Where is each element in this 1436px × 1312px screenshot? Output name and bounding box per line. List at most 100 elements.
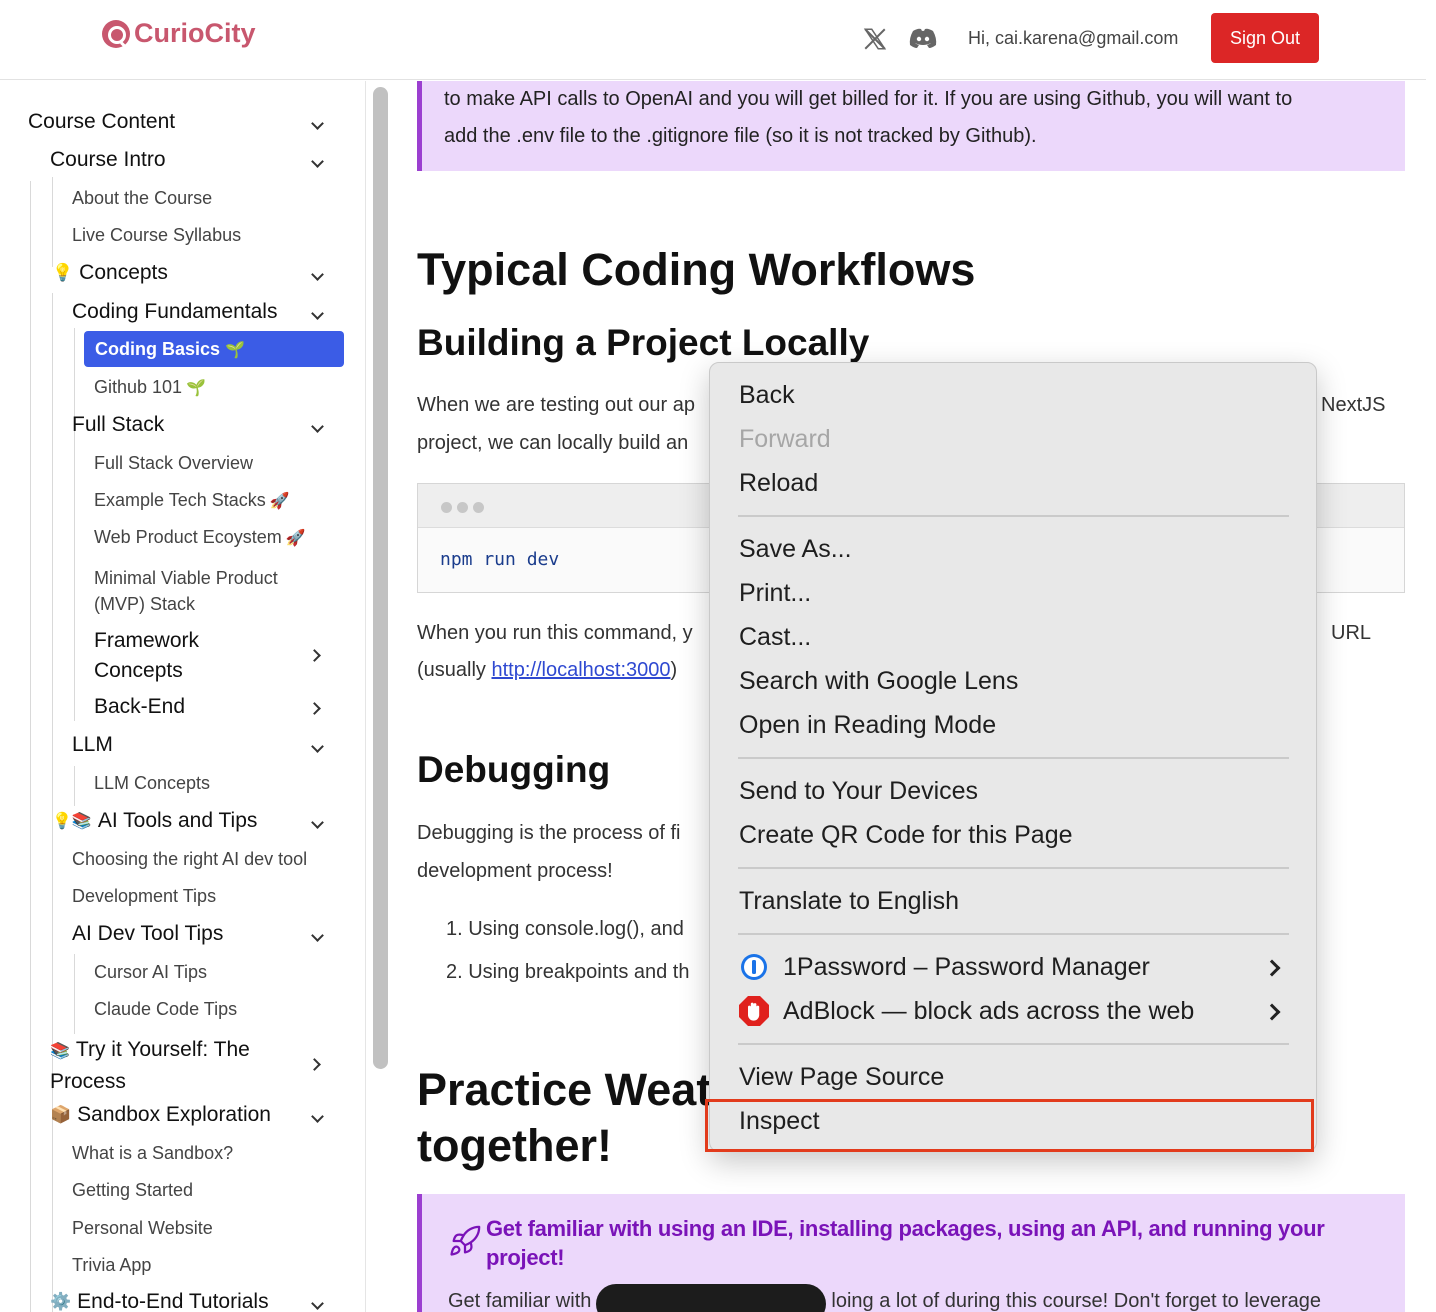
sidebar-section-sandbox-exploration[interactable]: 📦 Sandbox Exploration xyxy=(50,1103,271,1127)
callout-title: Get familiar with using an IDE, installi… xyxy=(486,1216,1325,1270)
menu-separator xyxy=(738,1043,1289,1045)
menu-item-view-page-source[interactable]: View Page Source xyxy=(739,1063,944,1092)
chevron-down-icon[interactable] xyxy=(311,153,329,169)
chevron-down-icon[interactable] xyxy=(311,305,329,321)
menu-item-forward: Forward xyxy=(739,425,831,453)
heading-debugging: Debugging xyxy=(417,749,611,790)
sidebar-item-claude-code-tips[interactable]: Claude Code Tips xyxy=(94,999,237,1020)
menu-item-send-to-devices[interactable]: Send to Your Devices xyxy=(739,777,978,806)
rocket-icon: 🚀 xyxy=(285,529,306,547)
logo-text: CurioCity xyxy=(134,18,256,48)
sidebar-item-coding-basics-active[interactable]: Coding Basics 🌱 xyxy=(84,331,344,367)
lightbulb-icon: 💡 xyxy=(52,263,74,282)
tree-guide-line xyxy=(52,1136,53,1286)
callout-practice: Get familiar with using an IDE, installi… xyxy=(417,1194,1405,1312)
sidebar-item-getting-started[interactable]: Getting Started xyxy=(72,1180,193,1201)
menu-separator xyxy=(738,515,1289,517)
sidebar-section-back-end[interactable]: Back-End xyxy=(94,695,185,719)
rocket-outline-icon xyxy=(450,1225,481,1256)
menu-item-search-google-lens[interactable]: Search with Google Lens xyxy=(739,667,1018,696)
sidebar-section-course-intro[interactable]: Course Intro xyxy=(50,148,166,172)
menu-separator xyxy=(738,933,1289,935)
inspect-highlight-box xyxy=(705,1099,1314,1152)
sidebar-item-personal-website[interactable]: Personal Website xyxy=(72,1218,213,1239)
rocket-icon: 🚀 xyxy=(269,492,290,510)
window-dot-icon xyxy=(457,502,468,513)
discord-icon[interactable] xyxy=(909,28,937,48)
sidebar-section-coding-fundamentals[interactable]: Coding Fundamentals xyxy=(72,300,277,324)
sidebar-item-github-101[interactable]: Github 101 🌱 xyxy=(94,377,206,398)
menu-item-adblock[interactable]: AdBlock — block ads across the web xyxy=(783,997,1194,1026)
logo[interactable]: CurioCity xyxy=(102,18,256,49)
sidebar-section-full-stack[interactable]: Full Stack xyxy=(72,413,164,437)
sidebar-section-ai-tools-tips[interactable]: 💡 📚 AI Tools and Tips xyxy=(52,809,257,833)
chevron-down-icon[interactable] xyxy=(311,927,329,943)
callout-text: to make API calls to OpenAI and you will… xyxy=(444,88,1293,110)
sign-out-button[interactable]: Sign Out xyxy=(1211,13,1319,63)
chevron-right-icon[interactable] xyxy=(308,1056,326,1072)
chevron-down-icon[interactable] xyxy=(311,738,329,754)
menu-item-cast[interactable]: Cast... xyxy=(739,623,811,652)
callout-body: Get familiar with loing a lot of during t… xyxy=(448,1290,1322,1312)
window-dot-icon xyxy=(441,502,452,513)
menu-item-translate[interactable]: Translate to English xyxy=(739,887,959,916)
chevron-down-icon[interactable] xyxy=(311,418,329,434)
sidebar-item-cursor-ai-tips[interactable]: Cursor AI Tips xyxy=(94,962,207,983)
paragraph-text: project, we can locally build an xyxy=(417,432,689,454)
localhost-link[interactable]: http://localhost:3000 xyxy=(491,659,670,681)
sidebar-section-course-content[interactable]: Course Content xyxy=(28,110,175,134)
package-icon: 📦 xyxy=(50,1105,72,1124)
sidebar-item-example-tech-stacks[interactable]: Example Tech Stacks 🚀 xyxy=(94,490,290,511)
paragraph-text: When we are testing out our ap xyxy=(417,394,695,416)
heading-typical-coding-workflows: Typical Coding Workflows xyxy=(417,244,976,295)
sidebar-section-try-it-yourself[interactable]: 📚 Try it Yourself: The Process xyxy=(50,1035,250,1097)
chevron-right-icon[interactable] xyxy=(308,647,326,663)
submenu-arrow-icon xyxy=(1263,1003,1281,1021)
sidebar-item-trivia-app[interactable]: Trivia App xyxy=(72,1255,151,1276)
menu-item-create-qr-code[interactable]: Create QR Code for this Page xyxy=(739,821,1073,850)
paragraph-text: NextJS xyxy=(1321,394,1386,416)
x-twitter-icon[interactable] xyxy=(862,26,888,52)
sidebar-item-live-syllabus[interactable]: Live Course Syllabus xyxy=(72,225,241,246)
sidebar-section-end-to-end-tutorials[interactable]: ⚙️ End-to-End Tutorials xyxy=(50,1290,269,1312)
sidebar-item-development-tips[interactable]: Development Tips xyxy=(72,886,216,907)
lightbulb-icon: 💡 xyxy=(52,813,72,830)
seedling-icon: 🌱 xyxy=(186,379,206,397)
sidebar-item-choosing-ai-tool[interactable]: Choosing the right AI dev tool xyxy=(72,849,307,870)
sidebar-item-llm-concepts[interactable]: LLM Concepts xyxy=(94,773,210,794)
sidebar-section-ai-dev-tool-tips[interactable]: AI Dev Tool Tips xyxy=(72,922,223,946)
menu-item-1password[interactable]: 1Password – Password Manager xyxy=(783,953,1150,982)
menu-item-save-as[interactable]: Save As... xyxy=(739,535,852,564)
sidebar-scrollbar[interactable] xyxy=(373,87,388,1069)
sidebar-item-web-product-ecosystem[interactable]: Web Product Ecoystem 🚀 xyxy=(94,527,306,548)
chevron-down-icon[interactable] xyxy=(311,1295,329,1311)
menu-item-reload[interactable]: Reload xyxy=(739,469,818,498)
callout-text: add the .env file to the .gitignore file… xyxy=(444,125,1037,147)
heading-practice-line2: together! xyxy=(417,1120,612,1171)
adblock-icon xyxy=(739,996,769,1026)
sidebar-section-llm[interactable]: LLM xyxy=(72,733,113,757)
chevron-down-icon[interactable] xyxy=(311,814,329,830)
user-greeting: Hi, cai.karena@gmail.com xyxy=(968,28,1179,48)
books-icon: 📚 xyxy=(50,1043,70,1060)
sidebar-item-what-is-sandbox[interactable]: What is a Sandbox? xyxy=(72,1143,233,1164)
paragraph-text: URL xyxy=(1331,622,1372,644)
tree-guide-line xyxy=(74,954,75,1034)
onepassword-icon xyxy=(741,954,767,980)
course-sidebar: Course Content Course Intro About the Co… xyxy=(0,81,366,1312)
chevron-down-icon[interactable] xyxy=(311,1108,329,1124)
sidebar-section-framework-concepts[interactable]: Framework Concepts xyxy=(94,626,199,686)
menu-item-reading-mode[interactable]: Open in Reading Mode xyxy=(739,711,996,740)
menu-item-print[interactable]: Print... xyxy=(739,579,811,608)
chevron-right-icon[interactable] xyxy=(308,700,326,716)
chevron-down-icon[interactable] xyxy=(311,266,329,282)
sidebar-item-full-stack-overview[interactable]: Full Stack Overview xyxy=(94,453,253,474)
tree-guide-line xyxy=(30,181,31,1312)
menu-item-back[interactable]: Back xyxy=(739,381,795,410)
sidebar-item-about-course[interactable]: About the Course xyxy=(72,188,212,209)
bottom-toolbar-overlay[interactable] xyxy=(596,1284,826,1312)
chevron-down-icon[interactable] xyxy=(311,115,329,131)
heading-practice-line1: Practice Weat xyxy=(417,1064,712,1115)
sidebar-item-mvp-stack[interactable]: Minimal Viable Product (MVP) Stack xyxy=(94,565,278,617)
sidebar-section-concepts[interactable]: 💡 Concepts xyxy=(52,261,168,285)
